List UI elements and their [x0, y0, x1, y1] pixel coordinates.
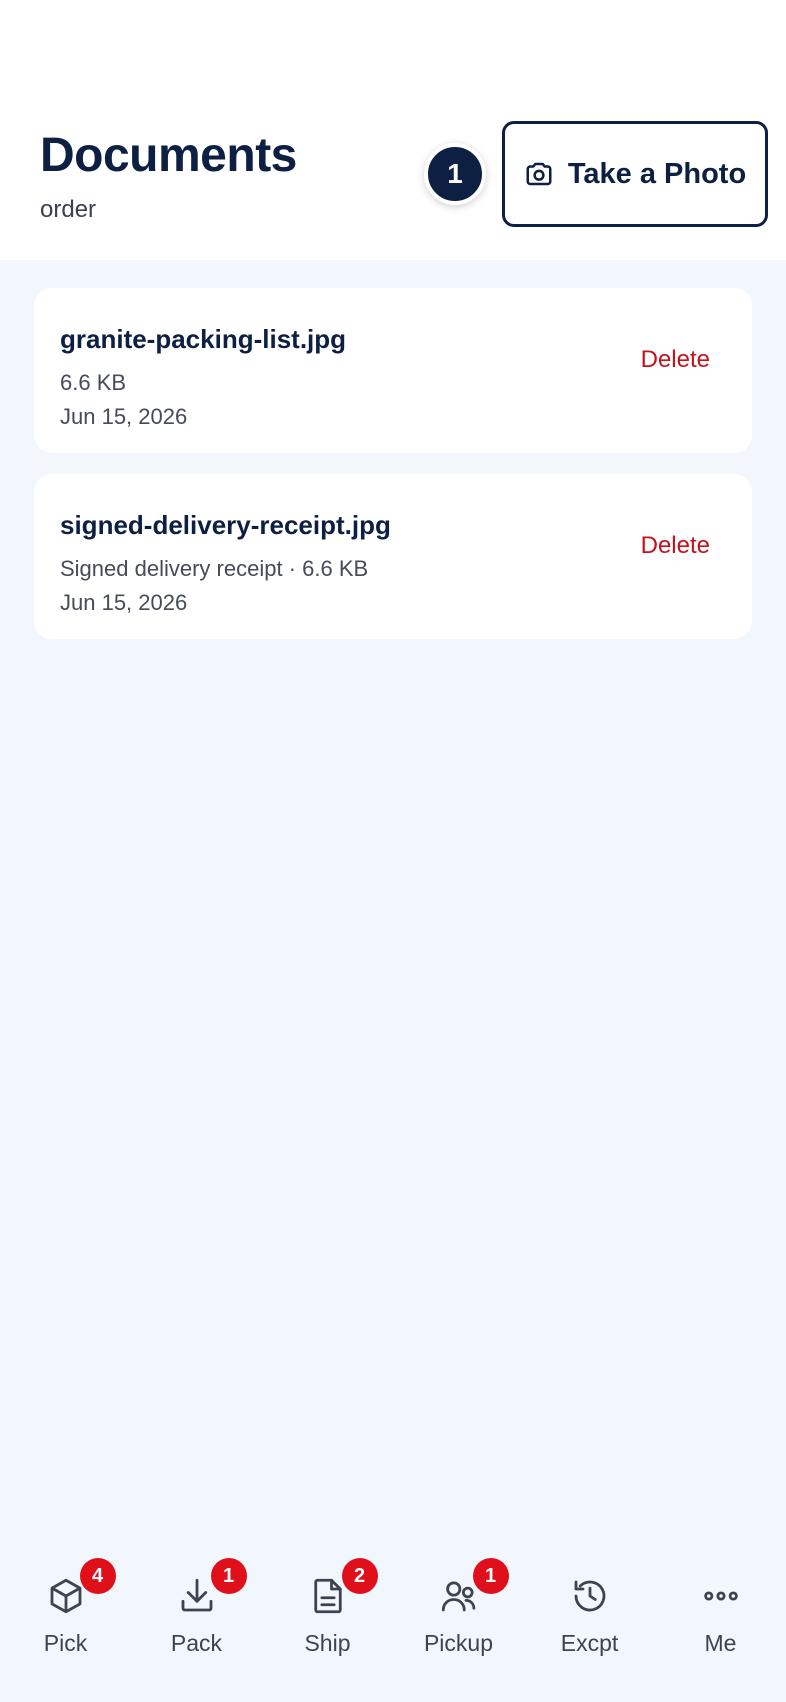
nav-label: Pickup — [423, 1630, 494, 1656]
nav-item-ship[interactable]: 2 Ship — [262, 1548, 393, 1702]
document-date: Jun 15, 2026 — [60, 404, 188, 429]
nav-badge: 1 — [210, 1558, 247, 1594]
nav-icon-wrap — [699, 1574, 743, 1618]
delete-button[interactable]: Delete — [641, 346, 710, 374]
document-count-badge: 1 — [424, 143, 486, 205]
more-icon — [703, 1591, 738, 1601]
nav-item-exceptions[interactable]: Excpt — [524, 1548, 655, 1702]
page-subtitle: order — [40, 196, 97, 223]
document-card[interactable]: signed-delivery-receipt.jpg Signed deliv… — [34, 474, 752, 639]
document-name: granite-packing-list.jpg — [60, 324, 347, 354]
nav-item-pack[interactable]: 1 Pack — [131, 1548, 262, 1702]
document-card[interactable]: granite-packing-list.jpg 6.6 KB Jun 15, … — [34, 288, 752, 453]
nav-label: Me — [704, 1630, 737, 1656]
nav-icon-wrap: 1 — [175, 1558, 247, 1618]
page-header: Documents order 1 Take a Photo — [0, 0, 786, 260]
nav-badge: 1 — [472, 1558, 509, 1594]
page-title: Documents — [40, 129, 297, 182]
document-date: Jun 15, 2026 — [60, 590, 188, 615]
nav-icon-wrap: 1 — [437, 1558, 509, 1618]
screen: Documents order 1 Take a Photo granite-p… — [0, 0, 786, 1702]
nav-item-me[interactable]: Me — [655, 1548, 786, 1702]
document-name: signed-delivery-receipt.jpg — [60, 510, 391, 540]
nav-item-pick[interactable]: 4 Pick — [0, 1548, 131, 1702]
take-photo-button[interactable]: Take a Photo — [502, 121, 768, 227]
nav-label: Ship — [304, 1630, 351, 1656]
nav-icon-wrap: 4 — [44, 1558, 116, 1618]
delete-button[interactable]: Delete — [641, 532, 710, 560]
bottom-nav: 4 Pick 1 Pack 2 Ship 1 Pickup Excpt Me — [0, 1548, 786, 1702]
nav-icon-wrap: 2 — [306, 1558, 378, 1618]
nav-label: Pick — [43, 1630, 88, 1656]
take-photo-label: Take a Photo — [567, 157, 747, 190]
history-icon — [574, 1580, 605, 1612]
nav-icon-wrap — [568, 1574, 612, 1618]
nav-badge: 4 — [79, 1558, 116, 1594]
nav-label: Excpt — [560, 1630, 619, 1656]
document-meta: Signed delivery receipt · 6.6 KB — [60, 556, 369, 581]
nav-badge: 2 — [341, 1558, 378, 1594]
document-meta: 6.6 KB — [60, 370, 127, 395]
camera-icon — [526, 162, 552, 186]
nav-label: Pack — [170, 1630, 223, 1656]
nav-item-pickup[interactable]: 1 Pickup — [393, 1548, 524, 1702]
